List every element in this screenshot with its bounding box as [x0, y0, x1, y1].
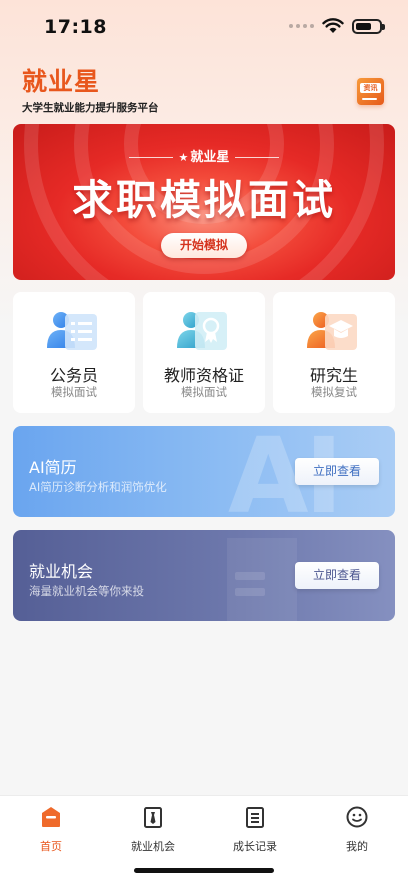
graduate-cap-icon: [307, 312, 357, 350]
banner-title: 求职模拟面试: [72, 176, 336, 224]
start-mock-button[interactable]: 开始模拟: [161, 233, 247, 258]
category-sub: 模拟面试: [51, 385, 97, 399]
tab-jobs[interactable]: 就业机会: [102, 805, 204, 854]
mock-interview-banner[interactable]: ★ 就业星 求职模拟面试 开始模拟: [13, 124, 395, 280]
category-card-civil-servant[interactable]: 公务员 模拟面试: [13, 292, 135, 413]
job-opportunity-card[interactable]: 就业机会 海量就业机会等你来投 立即查看: [13, 530, 395, 621]
star-icon: ★: [178, 151, 189, 164]
status-time: 17:18: [44, 16, 107, 38]
banner-brand: ★ 就业星: [13, 146, 395, 165]
record-icon: [246, 807, 264, 828]
app-header: 就业星 大学生就业能力提升服务平台: [22, 62, 159, 115]
app-title: 就业星: [22, 67, 101, 96]
tab-home[interactable]: 首页: [0, 805, 102, 854]
battery-icon: [352, 18, 385, 34]
news-button[interactable]: 资讯: [357, 78, 384, 105]
ai-resume-card[interactable]: AI AI简历 AI简历诊断分析和润饰优化 立即查看: [13, 426, 395, 517]
teacher-certificate-icon: [177, 312, 227, 350]
category-label: 研究生: [309, 366, 358, 385]
view-jobs-button[interactable]: 立即查看: [295, 562, 379, 589]
feature-title: 就业机会: [29, 562, 94, 581]
category-sub: 模拟复试: [311, 385, 357, 399]
tab-records[interactable]: 成长记录: [204, 805, 306, 854]
app-subtitle: 大学生就业能力提升服务平台: [22, 102, 159, 114]
tab-label: 我的: [346, 840, 368, 853]
view-ai-resume-button[interactable]: 立即查看: [295, 458, 379, 485]
signal-icon: [289, 24, 314, 28]
home-indicator: [134, 868, 274, 873]
feature-subtitle: AI简历诊断分析和润饰优化: [29, 480, 167, 494]
tab-profile[interactable]: 我的: [306, 805, 408, 854]
status-icons: [289, 18, 385, 34]
home-icon: [42, 807, 60, 827]
feature-subtitle: 海量就业机会等你来投: [29, 584, 144, 598]
tab-label: 首页: [40, 840, 62, 853]
profile-icon: [346, 806, 368, 828]
category-label: 教师资格证: [163, 366, 244, 385]
category-card-graduate[interactable]: 研究生 模拟复试: [273, 292, 395, 413]
wifi-icon: [322, 18, 344, 33]
tab-label: 就业机会: [131, 840, 175, 853]
category-sub: 模拟面试: [181, 385, 227, 399]
category-card-teacher[interactable]: 教师资格证 模拟面试: [143, 292, 265, 413]
news-icon: 资讯: [360, 83, 381, 93]
status-bar: 17:18: [0, 0, 408, 54]
category-label: 公务员: [49, 366, 98, 385]
civil-servant-icon: [47, 312, 97, 350]
tie-icon: [144, 807, 162, 828]
feature-title: AI简历: [29, 458, 77, 477]
tab-label: 成长记录: [233, 840, 277, 853]
